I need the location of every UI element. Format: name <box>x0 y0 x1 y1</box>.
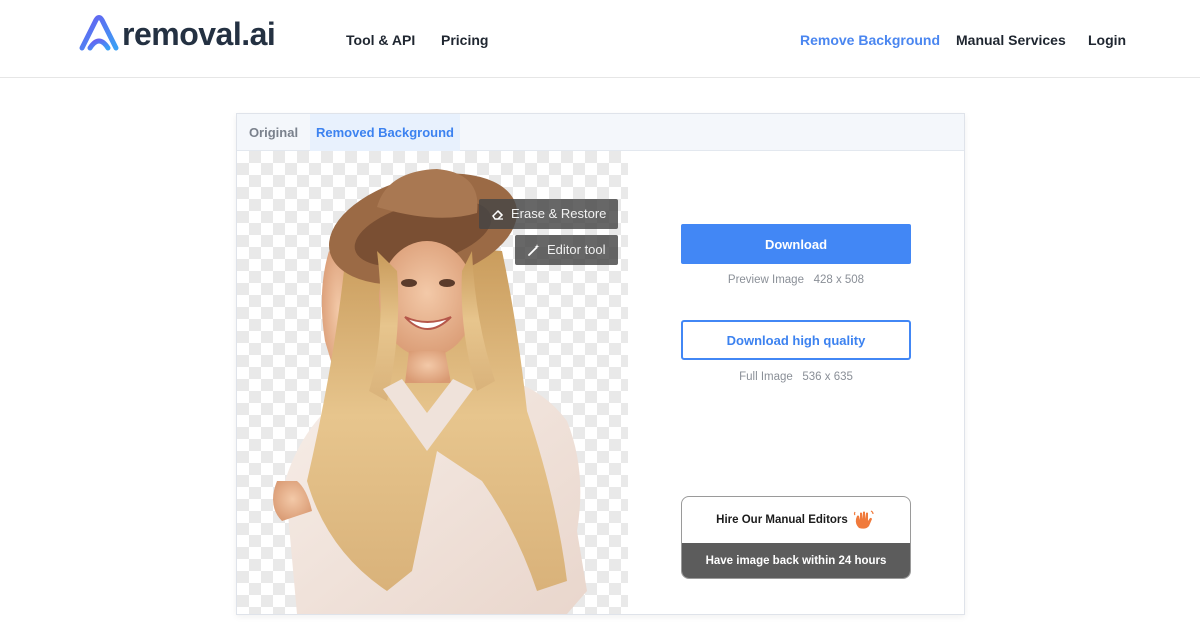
result-image-canvas: Erase & Restore Editor tool <box>237 151 628 614</box>
preview-image-info: Preview Image 428 x 508 <box>681 274 911 286</box>
top-header: removal.ai Tool & API Pricing Remove Bac… <box>0 0 1200 78</box>
editor-tool-button[interactable]: Editor tool <box>515 235 618 265</box>
eraser-icon <box>492 209 504 220</box>
editor-tool-label: Editor tool <box>547 242 606 257</box>
manual-card-footer: Have image back within 24 hours <box>682 543 910 578</box>
preview-image-label: Preview Image <box>727 274 804 286</box>
manual-card-header: Hire Our Manual Editors <box>682 497 910 543</box>
logo-text: removal.ai <box>122 15 276 52</box>
download-high-quality-button[interactable]: Download high quality <box>681 320 911 360</box>
nav-manual-services[interactable]: Manual Services <box>956 32 1066 48</box>
download-button[interactable]: Download <box>681 224 911 264</box>
result-panel: Original Removed Background Erase & Rest… <box>236 113 965 615</box>
full-image-size: 536 x 635 <box>802 371 853 383</box>
nav-tool-api[interactable]: Tool & API <box>346 32 415 48</box>
nav-remove-background[interactable]: Remove Background <box>800 32 940 48</box>
logo[interactable]: removal.ai <box>78 14 276 54</box>
tab-removed-background[interactable]: Removed Background <box>310 114 460 151</box>
magic-wand-icon <box>528 244 540 256</box>
nav-login[interactable]: Login <box>1088 32 1126 48</box>
full-image-info: Full Image 536 x 635 <box>681 371 911 383</box>
tab-bar: Original Removed Background <box>237 114 964 151</box>
nav-pricing[interactable]: Pricing <box>441 32 488 48</box>
logo-mark-icon <box>79 15 119 51</box>
waving-hand-icon <box>853 510 874 529</box>
full-image-label: Full Image <box>739 371 793 383</box>
manual-card-title: Hire Our Manual Editors <box>716 514 848 526</box>
erase-restore-button[interactable]: Erase & Restore <box>479 199 619 229</box>
hire-manual-editors-card[interactable]: Hire Our Manual Editors Have image back … <box>681 496 911 579</box>
erase-restore-label: Erase & Restore <box>511 206 607 221</box>
tab-original[interactable]: Original <box>237 114 310 151</box>
preview-image-size: 428 x 508 <box>813 274 865 286</box>
